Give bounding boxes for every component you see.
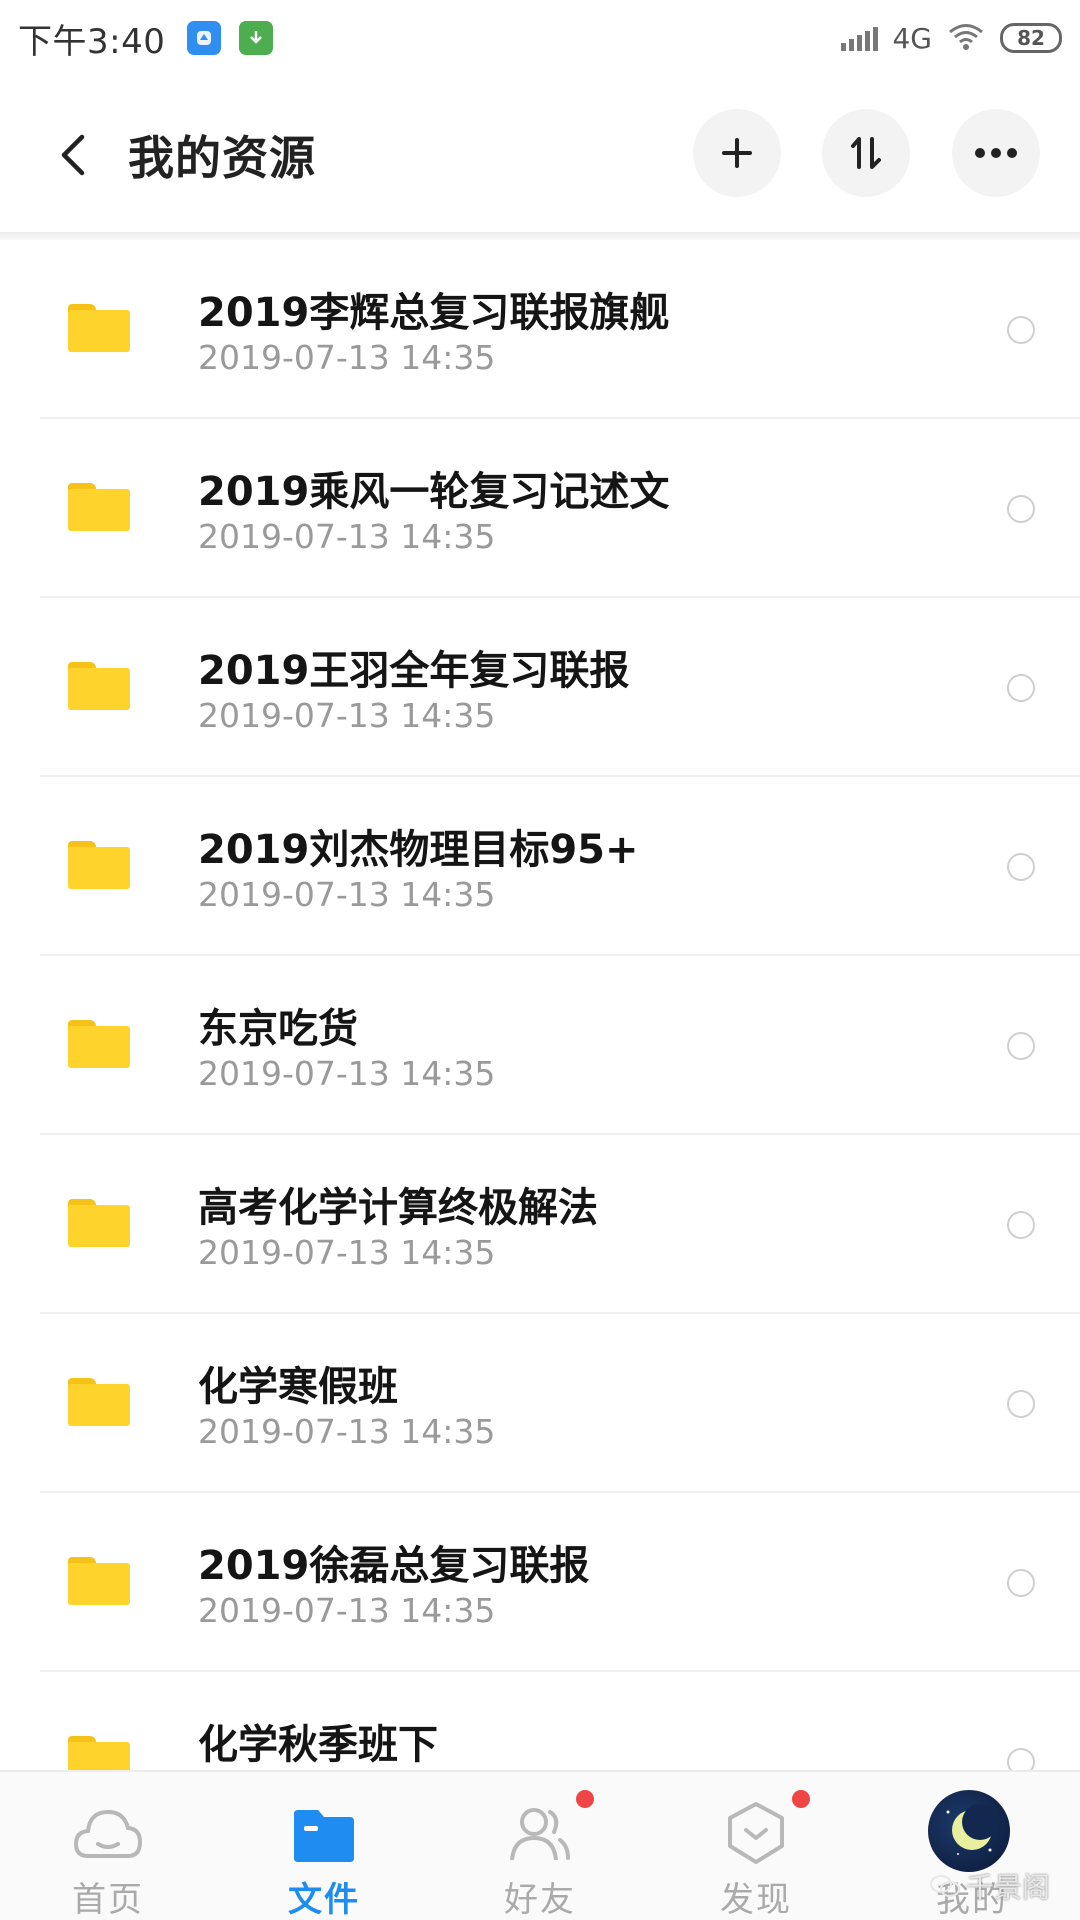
file-date: 2019-07-13 14:35 <box>198 338 496 377</box>
file-name: 2019王羽全年复习联报 <box>198 648 630 694</box>
more-button[interactable] <box>952 109 1040 197</box>
nav-item-friends[interactable]: 好友 <box>432 1772 648 1920</box>
sort-button[interactable] <box>822 109 910 197</box>
file-list: 2019李辉总复习联报旗舰 2019-07-13 14:35 2019乘风一轮复… <box>0 240 1080 1770</box>
file-row[interactable]: 东京吃货 2019-07-13 14:35 <box>0 956 1080 1135</box>
bottom-nav: 首页 文件 好友 发现 我的 千景阁 <box>0 1770 1080 1920</box>
watermark: 千景阁 <box>930 1866 1050 1906</box>
back-button[interactable] <box>48 128 98 182</box>
page-header: 我的资源 <box>0 76 1080 234</box>
file-row[interactable]: 高考化学计算终极解法 2019-07-13 14:35 <box>0 1135 1080 1314</box>
friends-icon <box>510 1808 570 1861</box>
more-dots-icon <box>975 148 1017 158</box>
file-date: 2019-07-13 14:35 <box>198 1591 496 1630</box>
select-checkbox[interactable] <box>1007 1390 1035 1418</box>
nav-label: 好友 <box>504 1880 576 1920</box>
file-date: 2019-07-13 14:35 <box>198 1233 496 1272</box>
file-row[interactable]: 2019李辉总复习联报旗舰 2019-07-13 14:35 <box>0 240 1080 419</box>
select-checkbox[interactable] <box>1007 674 1035 702</box>
select-checkbox[interactable] <box>1007 1569 1035 1597</box>
download-notification-icon <box>239 21 274 55</box>
chevron-left-icon <box>61 134 85 176</box>
file-row[interactable]: 2019王羽全年复习联报 2019-07-13 14:35 <box>0 598 1080 777</box>
folder-icon <box>68 1557 130 1605</box>
nav-label: 发现 <box>720 1880 792 1920</box>
watermark-text: 千景阁 <box>966 1871 1051 1904</box>
nav-item-files[interactable]: 文件 <box>216 1772 432 1920</box>
file-date: 2019-07-13 14:35 <box>198 696 496 735</box>
file-date: 2019-07-13 14:35 <box>198 1054 496 1093</box>
network-type: 4G <box>892 21 932 55</box>
folder-icon <box>68 1378 130 1426</box>
wechat-icon <box>930 1875 960 1897</box>
battery-indicator: 82 <box>1000 23 1062 53</box>
page-title: 我的资源 <box>128 131 316 185</box>
file-name: 2019李辉总复习联报旗舰 <box>198 290 670 336</box>
nav-label: 首页 <box>72 1880 144 1920</box>
select-checkbox[interactable] <box>1007 495 1035 523</box>
plus-icon <box>722 138 752 168</box>
folder-icon <box>68 1736 130 1770</box>
file-row[interactable]: 2019乘风一轮复习记述文 2019-07-13 14:35 <box>0 419 1080 598</box>
nav-item-home[interactable]: 首页 <box>0 1772 216 1920</box>
file-name: 化学寒假班 <box>198 1364 398 1410</box>
select-checkbox[interactable] <box>1007 1032 1035 1060</box>
file-row[interactable]: 2019刘杰物理目标95+ 2019-07-13 14:35 <box>0 777 1080 956</box>
file-date: 2019-07-13 14:35 <box>198 517 496 556</box>
folder-icon <box>68 304 130 352</box>
nav-item-discover[interactable]: 发现 <box>648 1772 864 1920</box>
file-date: 2019-07-13 14:35 <box>198 1412 496 1451</box>
folder-icon <box>68 1020 130 1068</box>
file-name: 高考化学计算终极解法 <box>198 1185 598 1231</box>
add-button[interactable] <box>693 109 781 197</box>
file-row[interactable]: 2019徐磊总复习联报 2019-07-13 14:35 <box>0 1493 1080 1672</box>
folder-icon <box>68 1199 130 1247</box>
file-name: 东京吃货 <box>198 1006 358 1052</box>
folder-icon <box>68 483 130 531</box>
status-time: 下午3:40 <box>18 21 166 62</box>
notification-badge <box>792 1790 810 1808</box>
folder-icon <box>68 662 130 710</box>
moon-icon <box>946 1804 998 1855</box>
sort-icon <box>851 137 881 169</box>
select-checkbox[interactable] <box>1007 853 1035 881</box>
status-bar: 下午3:40 4G 82 <box>0 0 1080 76</box>
cloud-icon <box>73 1809 143 1858</box>
file-name: 化学秋季班下 <box>198 1722 438 1768</box>
header-divider <box>0 232 1080 240</box>
select-checkbox[interactable] <box>1007 1748 1035 1770</box>
file-name: 2019刘杰物理目标95+ <box>198 827 639 873</box>
folder-icon <box>68 841 130 889</box>
notification-badge <box>576 1790 594 1808</box>
file-row[interactable]: 化学寒假班 2019-07-13 14:35 <box>0 1314 1080 1493</box>
app-notification-icon <box>187 21 222 55</box>
file-name: 2019乘风一轮复习记述文 <box>198 469 670 515</box>
discover-icon <box>728 1802 784 1864</box>
folder-icon <box>294 1810 354 1862</box>
avatar[interactable] <box>928 1790 1010 1872</box>
file-row[interactable]: 化学秋季班下 <box>0 1672 1080 1770</box>
select-checkbox[interactable] <box>1007 316 1035 344</box>
select-checkbox[interactable] <box>1007 1211 1035 1239</box>
signal-icon <box>841 25 879 51</box>
nav-label: 文件 <box>288 1880 360 1920</box>
file-name: 2019徐磊总复习联报 <box>198 1543 590 1589</box>
wifi-icon <box>946 21 986 55</box>
file-date: 2019-07-13 14:35 <box>198 875 496 914</box>
